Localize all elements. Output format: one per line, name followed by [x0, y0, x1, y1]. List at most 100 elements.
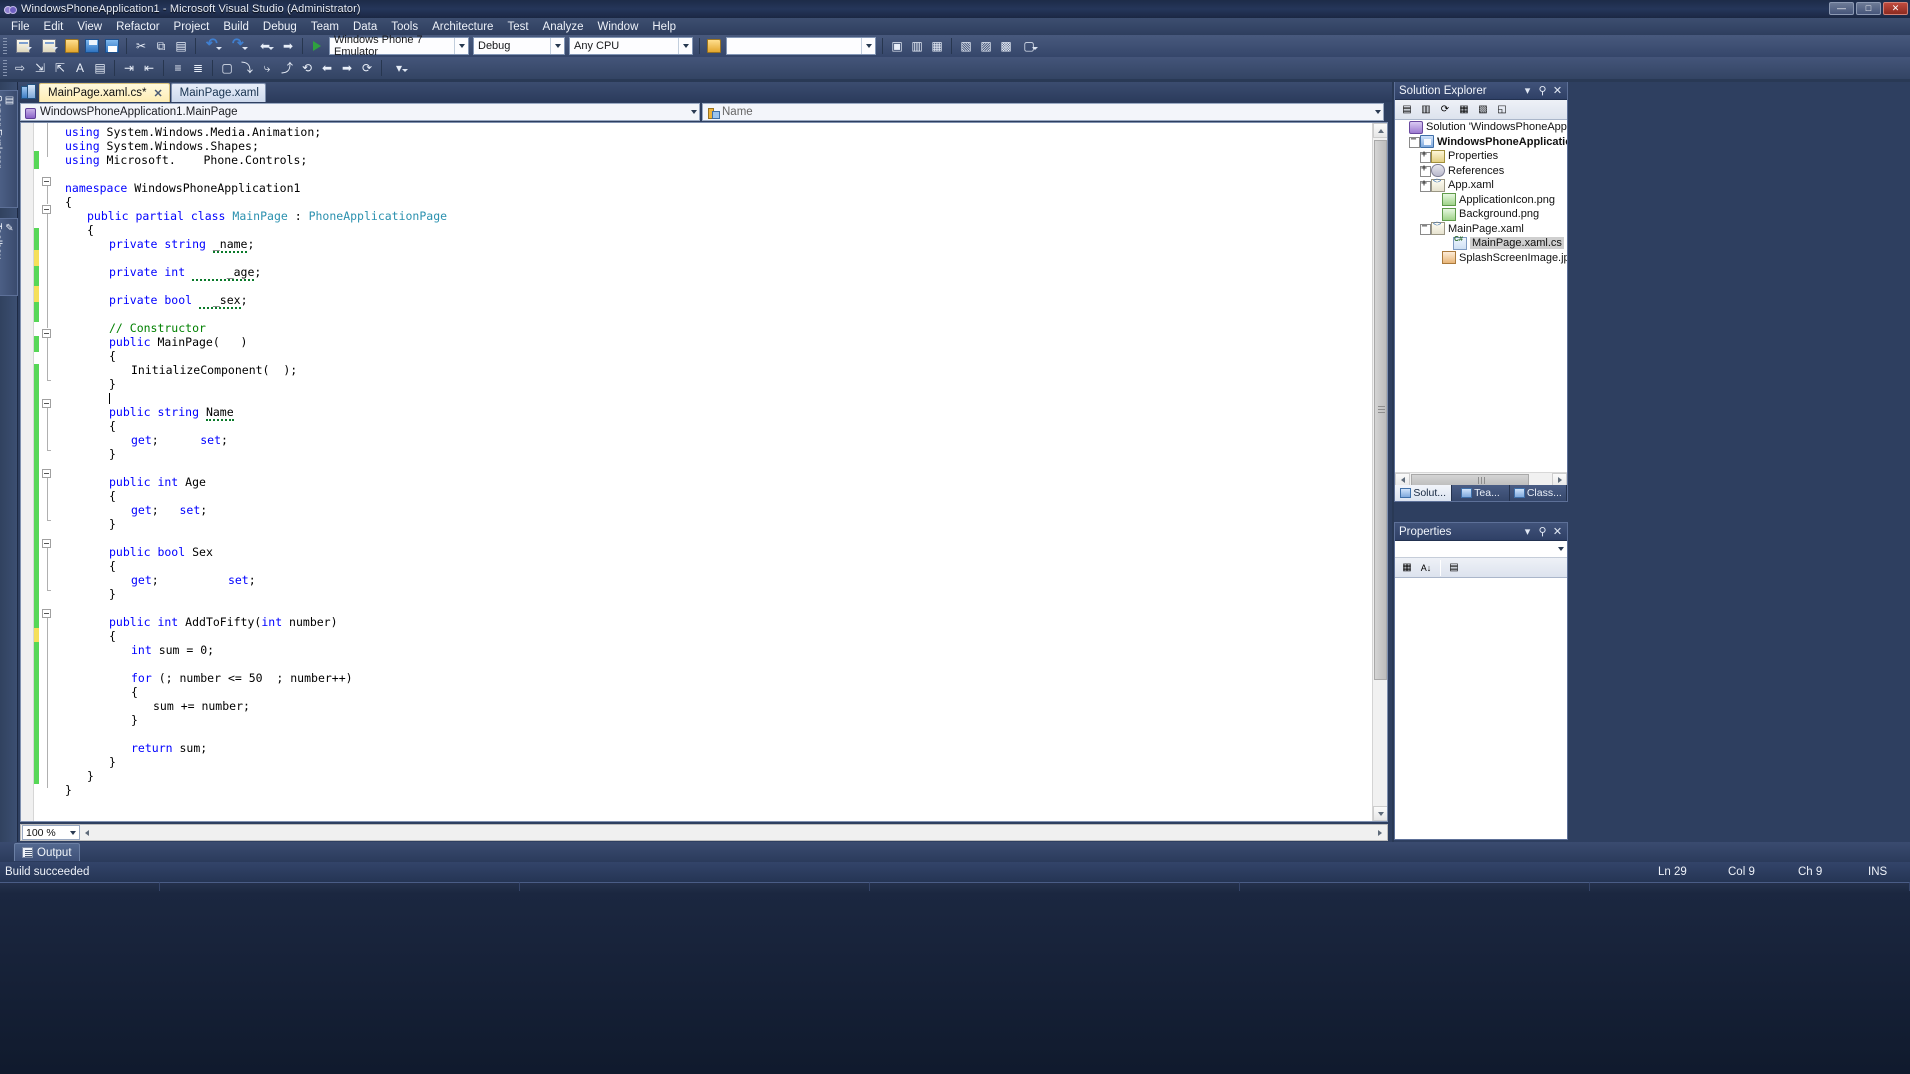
view-code-button[interactable]: ▦ [1455, 101, 1473, 118]
redo-button[interactable] [226, 35, 252, 56]
tree-item[interactable]: ApplicationIcon.png [1395, 193, 1567, 208]
menu-item-file[interactable]: File [4, 20, 37, 34]
refresh-button[interactable]: ⟳ [357, 59, 377, 78]
tab-solution-explorer[interactable]: Solut... [1395, 485, 1453, 501]
chevron-down-icon[interactable] [691, 110, 697, 114]
menu-item-help[interactable]: Help [645, 20, 683, 34]
find-all-references-button[interactable]: ⇲ [30, 59, 50, 78]
outlining-margin[interactable] [39, 123, 55, 821]
overflow-button[interactable]: ▾ [386, 59, 412, 78]
categorized-view-button[interactable]: ▦ [1398, 559, 1416, 576]
step-into-button[interactable]: ⤷ [257, 59, 277, 78]
indicator-margin[interactable] [21, 123, 34, 821]
scrollbar-thumb[interactable] [1374, 140, 1387, 680]
forward-navigation-button[interactable]: ➡ [337, 59, 357, 78]
restart-button[interactable]: ⟲ [297, 59, 317, 78]
type-navigation-combo[interactable]: WindowsPhoneApplication1.MainPage [20, 103, 700, 121]
collapse-sex-property-icon[interactable] [42, 539, 51, 548]
properties-view-button[interactable]: ▤ [1445, 559, 1463, 576]
properties-grid[interactable] [1395, 581, 1567, 839]
zoom-level-combo[interactable]: 100 % [22, 825, 80, 840]
uncomment-selection-button[interactable]: ≣ [188, 59, 208, 78]
collapse-age-property-icon[interactable] [42, 469, 51, 478]
expand-icon[interactable] [1419, 177, 1431, 192]
toolbar-extra-1-button[interactable]: ▣ [887, 37, 907, 56]
platform-combo[interactable]: Any CPU [569, 37, 693, 55]
toolbar-grip[interactable] [3, 38, 7, 54]
view-designer-button[interactable]: ▧ [1474, 101, 1492, 118]
rename-button[interactable]: A [70, 59, 90, 78]
save-button[interactable] [82, 37, 102, 56]
step-out-button[interactable]: ⤴ [277, 59, 297, 78]
increase-indent-button[interactable]: ⇥ [119, 59, 139, 78]
menu-item-build[interactable]: Build [216, 20, 256, 34]
close-icon[interactable]: ✕ [1552, 525, 1563, 538]
member-navigation-combo[interactable]: Name [702, 103, 1384, 121]
refresh-button[interactable]: ⟳ [1436, 101, 1454, 118]
preview-button[interactable]: ◱ [1493, 101, 1511, 118]
sidebar-item-server-explorer[interactable]: ▤ Server Explorer [0, 90, 18, 208]
toolbar-extra-5-button[interactable]: ▨ [976, 37, 996, 56]
open-file-button[interactable] [62, 37, 82, 56]
maximize-button[interactable]: □ [1856, 2, 1881, 15]
find-combo[interactable] [726, 37, 876, 55]
collapse-icon[interactable] [1408, 133, 1420, 149]
toolbar-extra-3-button[interactable]: ▦ [927, 37, 947, 56]
undo-button[interactable] [200, 35, 226, 56]
properties-object-combo[interactable] [1395, 541, 1567, 558]
code-text-content[interactable]: using System.Windows.Media.Animation; usi… [55, 123, 1371, 821]
close-icon[interactable]: ✕ [1552, 84, 1563, 97]
sidebar-item-toolbox[interactable]: ✎ Toolbox [0, 218, 18, 296]
chevron-down-icon[interactable] [1375, 110, 1381, 114]
tree-item[interactable]: Solution 'WindowsPhoneAppli [1395, 120, 1567, 135]
menu-item-tools[interactable]: Tools [384, 20, 425, 34]
scroll-down-button[interactable] [1373, 806, 1387, 821]
scroll-left-button[interactable] [80, 825, 94, 840]
tree-item[interactable]: MainPage.xaml.cs [1395, 236, 1567, 251]
toolbar-extra-7-button[interactable]: ▢ [1016, 37, 1042, 56]
paste-button[interactable]: ▤ [171, 37, 191, 56]
collapse-method-icon[interactable] [42, 609, 51, 618]
collapse-class-icon[interactable] [42, 205, 51, 214]
menu-item-window[interactable]: Window [590, 20, 645, 34]
save-all-button[interactable] [102, 37, 122, 56]
chevron-down-icon[interactable] [70, 830, 76, 835]
collapse-name-property-icon[interactable] [42, 399, 51, 408]
comment-selection-button[interactable]: ≡ [168, 59, 188, 78]
menu-item-analyze[interactable]: Analyze [536, 20, 591, 34]
tab-team-explorer[interactable]: Tea... [1452, 485, 1510, 501]
toolbar-extra-6-button[interactable]: ▩ [996, 37, 1016, 56]
editor-vertical-scrollbar[interactable] [1372, 123, 1387, 821]
close-window-button[interactable]: ✕ [1883, 2, 1908, 15]
scroll-right-button[interactable] [1373, 825, 1387, 840]
target-device-combo[interactable]: Windows Phone 7 Emulator [329, 34, 469, 58]
solution-tree[interactable]: Solution 'WindowsPhoneAppliWindowsPhoneA… [1395, 120, 1567, 471]
tree-item[interactable]: MainPage.xaml [1395, 220, 1567, 237]
menu-item-data[interactable]: Data [346, 20, 384, 34]
chevron-down-icon[interactable]: ▾ [1522, 84, 1533, 97]
go-to-definition-button[interactable]: ⇨ [10, 59, 30, 78]
pin-icon[interactable]: ⚲ [1537, 525, 1548, 538]
cut-button[interactable]: ✂ [131, 37, 151, 56]
show-all-files-button[interactable]: ▥ [1417, 101, 1435, 118]
menu-item-edit[interactable]: Edit [37, 20, 71, 34]
tab-mainpage-xaml[interactable]: MainPage.xaml [170, 83, 266, 102]
toolbar-extra-2-button[interactable]: ▥ [907, 37, 927, 56]
collapse-icon[interactable] [1419, 220, 1431, 236]
navigate-forward-button[interactable]: ➡ [278, 37, 298, 56]
copy-button[interactable]: ⧉ [151, 37, 171, 56]
expand-icon[interactable] [1419, 162, 1431, 178]
menu-item-debug[interactable]: Debug [256, 20, 304, 34]
new-project-button[interactable] [10, 37, 36, 56]
tab-output[interactable]: Output [14, 843, 80, 861]
tree-item[interactable]: App.xaml [1395, 177, 1567, 193]
minimize-button[interactable]: — [1829, 2, 1854, 15]
alphabetical-view-button[interactable]: A↓ [1417, 559, 1435, 576]
close-icon[interactable]: ✕ [153, 87, 162, 100]
properties-window-button[interactable]: ▤ [1398, 101, 1416, 118]
code-editor[interactable]: using System.Windows.Media.Animation; usi… [20, 122, 1388, 822]
chevron-down-icon[interactable] [1558, 547, 1564, 551]
chevron-down-icon[interactable] [678, 38, 692, 54]
toolbar-extra-4-button[interactable]: ▧ [956, 37, 976, 56]
step-over-button[interactable]: ⤵ [237, 59, 257, 78]
